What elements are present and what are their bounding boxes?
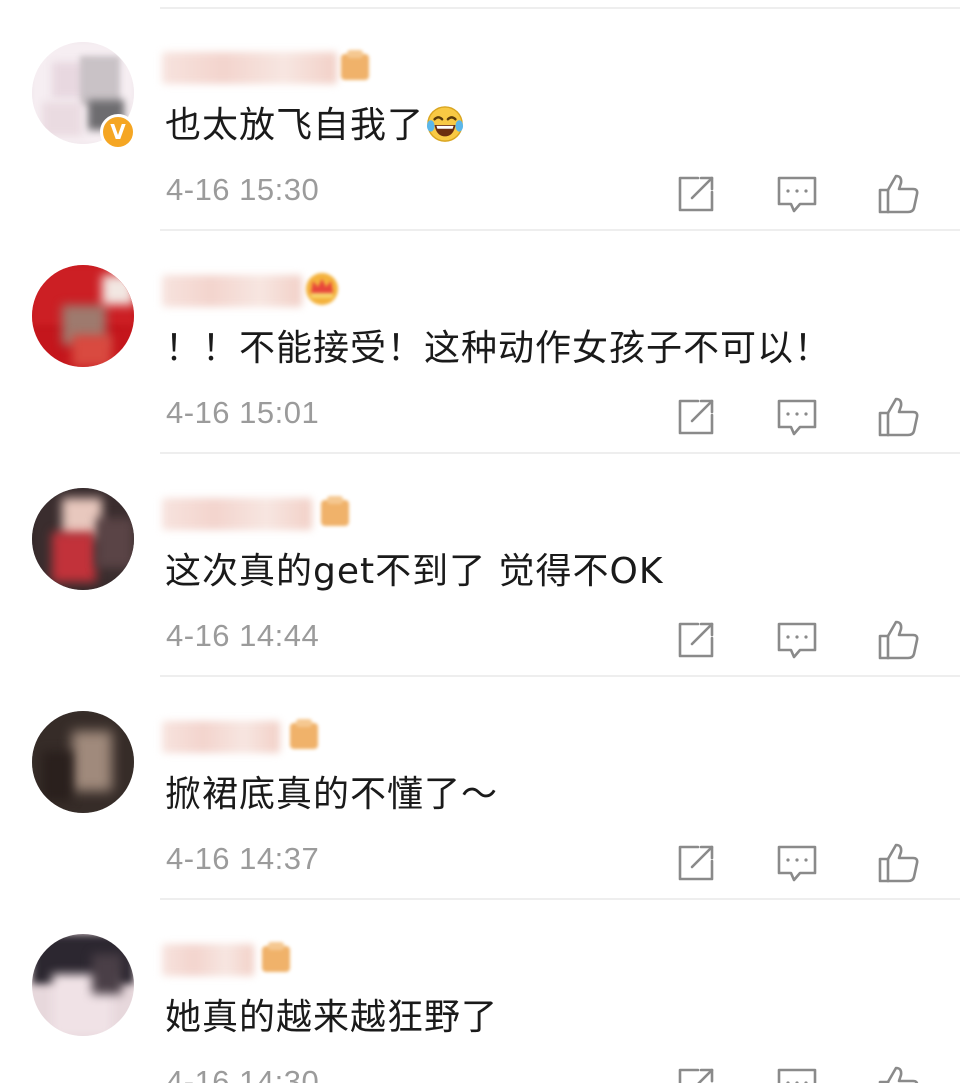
like-button[interactable]: [876, 841, 920, 885]
thumbs-up-icon: [878, 1066, 919, 1083]
comment-item[interactable]: 她真的越来越狂野了 4-16 14:30: [0, 900, 960, 1083]
repost-icon: [678, 1068, 714, 1083]
like-button[interactable]: [876, 618, 920, 662]
avatar[interactable]: [32, 488, 134, 590]
comment-text: 也太放飞自我了: [165, 105, 425, 146]
comment-timestamp: 4-16 14:30: [166, 1064, 320, 1083]
comment-body: 掀裙底真的不懂了～: [165, 767, 498, 823]
reply-comment-icon: [777, 399, 817, 436]
username[interactable]: [162, 717, 352, 757]
member-badge-icon: [341, 50, 369, 80]
member-badge-icon: [262, 942, 290, 972]
reply-button[interactable]: [775, 1064, 819, 1083]
thumbs-up-icon: [878, 620, 919, 660]
comment-item[interactable]: ！！不能接受！这种动作女孩子不可以！ 4-16 15:01: [0, 231, 960, 454]
laughing-tears-emoji: [426, 106, 464, 142]
comment-list: V 也太放飞自我了 4-16 15:30 ！！不能接受！这种动作女孩子不可以！ …: [0, 0, 960, 1083]
thumbs-up-icon: [878, 843, 919, 883]
username[interactable]: [162, 48, 369, 88]
repost-icon: [678, 622, 714, 658]
repost-button[interactable]: [674, 841, 718, 885]
repost-button[interactable]: [674, 618, 718, 662]
member-badge-icon: [321, 496, 349, 526]
comment-body: ！！不能接受！这种动作女孩子不可以！: [165, 321, 831, 377]
comment-text: 掀裙底真的不懂了～: [165, 774, 499, 815]
reply-button[interactable]: [775, 395, 819, 439]
avatar[interactable]: [32, 265, 134, 367]
comment-text: 这次真的get不到了 觉得不OK: [165, 551, 664, 592]
thumbs-up-icon: [878, 174, 919, 214]
reply-comment-icon: [777, 845, 817, 882]
comment-timestamp: 4-16 14:37: [166, 841, 320, 876]
repost-button[interactable]: [674, 172, 718, 216]
like-button[interactable]: [876, 395, 920, 439]
comment-timestamp: 4-16 14:44: [166, 618, 320, 653]
avatar[interactable]: [32, 711, 134, 813]
reply-comment-icon: [777, 176, 817, 213]
reply-comment-icon: [777, 1068, 817, 1083]
repost-icon: [678, 845, 714, 881]
member-badge-icon: [290, 719, 318, 749]
comment-item[interactable]: V 也太放飞自我了 4-16 15:30: [0, 8, 960, 231]
comment-item[interactable]: 掀裙底真的不懂了～ 4-16 14:37: [0, 677, 960, 900]
username[interactable]: [162, 494, 352, 534]
username[interactable]: [162, 940, 352, 980]
comment-timestamp: 4-16 15:01: [166, 395, 320, 430]
reply-comment-icon: [777, 622, 817, 659]
username[interactable]: [162, 271, 352, 311]
reply-button[interactable]: [775, 841, 819, 885]
avatar[interactable]: [32, 934, 134, 1036]
crown-badge-icon: [306, 273, 338, 305]
repost-button[interactable]: [674, 1064, 718, 1083]
repost-icon: [678, 399, 714, 435]
repost-button[interactable]: [674, 395, 718, 439]
like-button[interactable]: [876, 172, 920, 216]
repost-icon: [678, 176, 714, 212]
verified-badge-icon: V: [100, 114, 136, 150]
reply-button[interactable]: [775, 172, 819, 216]
comment-body: 她真的越来越狂野了: [165, 990, 498, 1046]
thumbs-up-icon: [878, 397, 919, 437]
comment-item[interactable]: 这次真的get不到了 觉得不OK 4-16 14:44: [0, 454, 960, 677]
comment-timestamp: 4-16 15:30: [166, 172, 320, 207]
reply-button[interactable]: [775, 618, 819, 662]
comment-body: 这次真的get不到了 觉得不OK: [165, 544, 664, 600]
comment-text: 她真的越来越狂野了: [165, 997, 499, 1038]
comment-text: ！！不能接受！这种动作女孩子不可以！: [165, 328, 832, 369]
like-button[interactable]: [876, 1064, 920, 1083]
comment-body: 也太放飞自我了: [165, 98, 464, 154]
